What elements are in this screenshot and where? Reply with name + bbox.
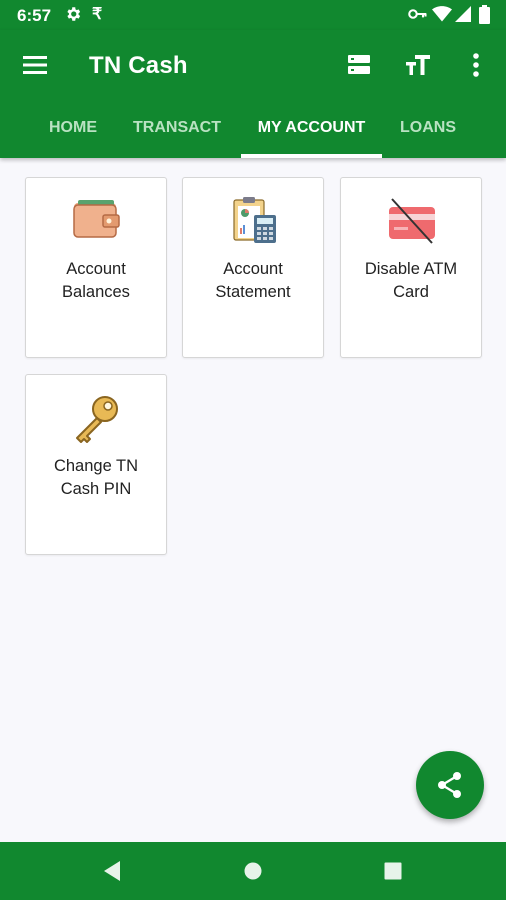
tab-label: HOME xyxy=(49,119,97,136)
text-size-icon[interactable] xyxy=(404,52,432,78)
disable-atm-card-card[interactable]: Disable ATM Card xyxy=(340,177,482,358)
card-label-line: Change TN xyxy=(53,457,139,475)
change-pin-card[interactable]: Change TN Cash PIN xyxy=(25,374,167,555)
card-label-line: Disable ATM xyxy=(364,260,458,278)
share-fab-button[interactable] xyxy=(416,751,484,819)
tab-indicator xyxy=(241,154,382,158)
tab-my-account[interactable]: MY ACCOUNT xyxy=(241,116,382,158)
tab-home[interactable]: HOME xyxy=(40,116,106,158)
statement-calculator-icon xyxy=(233,197,276,243)
tab-label: LOANS xyxy=(400,119,456,136)
gear-icon xyxy=(67,7,81,21)
more-vert-icon[interactable] xyxy=(466,50,486,80)
share-icon xyxy=(438,772,461,798)
card-label-line: Statement xyxy=(215,283,291,301)
wallet-icon xyxy=(73,200,120,238)
card-label-line: Cash PIN xyxy=(60,480,132,498)
tab-label: TRANSACT xyxy=(133,119,221,136)
back-icon[interactable] xyxy=(102,860,122,882)
status-bar: 6:57 ₹ xyxy=(0,0,506,30)
rupee-icon: ₹ xyxy=(92,6,103,23)
navigation-bar xyxy=(0,842,506,900)
card-label-line: Balances xyxy=(62,283,130,301)
app-title: TN Cash xyxy=(89,52,188,79)
disabled-card-icon xyxy=(389,198,435,244)
signal-icon xyxy=(455,6,471,22)
status-time: 6:57 xyxy=(17,6,52,25)
vpn-key-icon xyxy=(408,9,427,19)
account-balances-card[interactable]: Account Balances xyxy=(25,177,167,358)
tab-transact[interactable]: TRANSACT xyxy=(128,116,226,158)
tab-label: MY ACCOUNT xyxy=(257,119,366,136)
home-icon[interactable] xyxy=(244,862,262,880)
app-bar: TN Cash HOME TRANSACT MY ACCOUNT LOANS xyxy=(0,30,506,158)
storage-icon[interactable] xyxy=(346,52,372,78)
key-icon xyxy=(76,396,118,443)
hamburger-menu-icon[interactable] xyxy=(22,54,48,76)
card-label-line: Account xyxy=(66,260,126,278)
card-label-line: Card xyxy=(393,283,429,301)
card-label-line: Account xyxy=(223,260,283,278)
recents-icon[interactable] xyxy=(384,862,402,880)
battery-icon xyxy=(479,5,490,24)
account-statement-card[interactable]: Account Statement xyxy=(182,177,324,358)
wifi-icon xyxy=(432,6,452,22)
tab-loans[interactable]: LOANS xyxy=(396,116,460,158)
